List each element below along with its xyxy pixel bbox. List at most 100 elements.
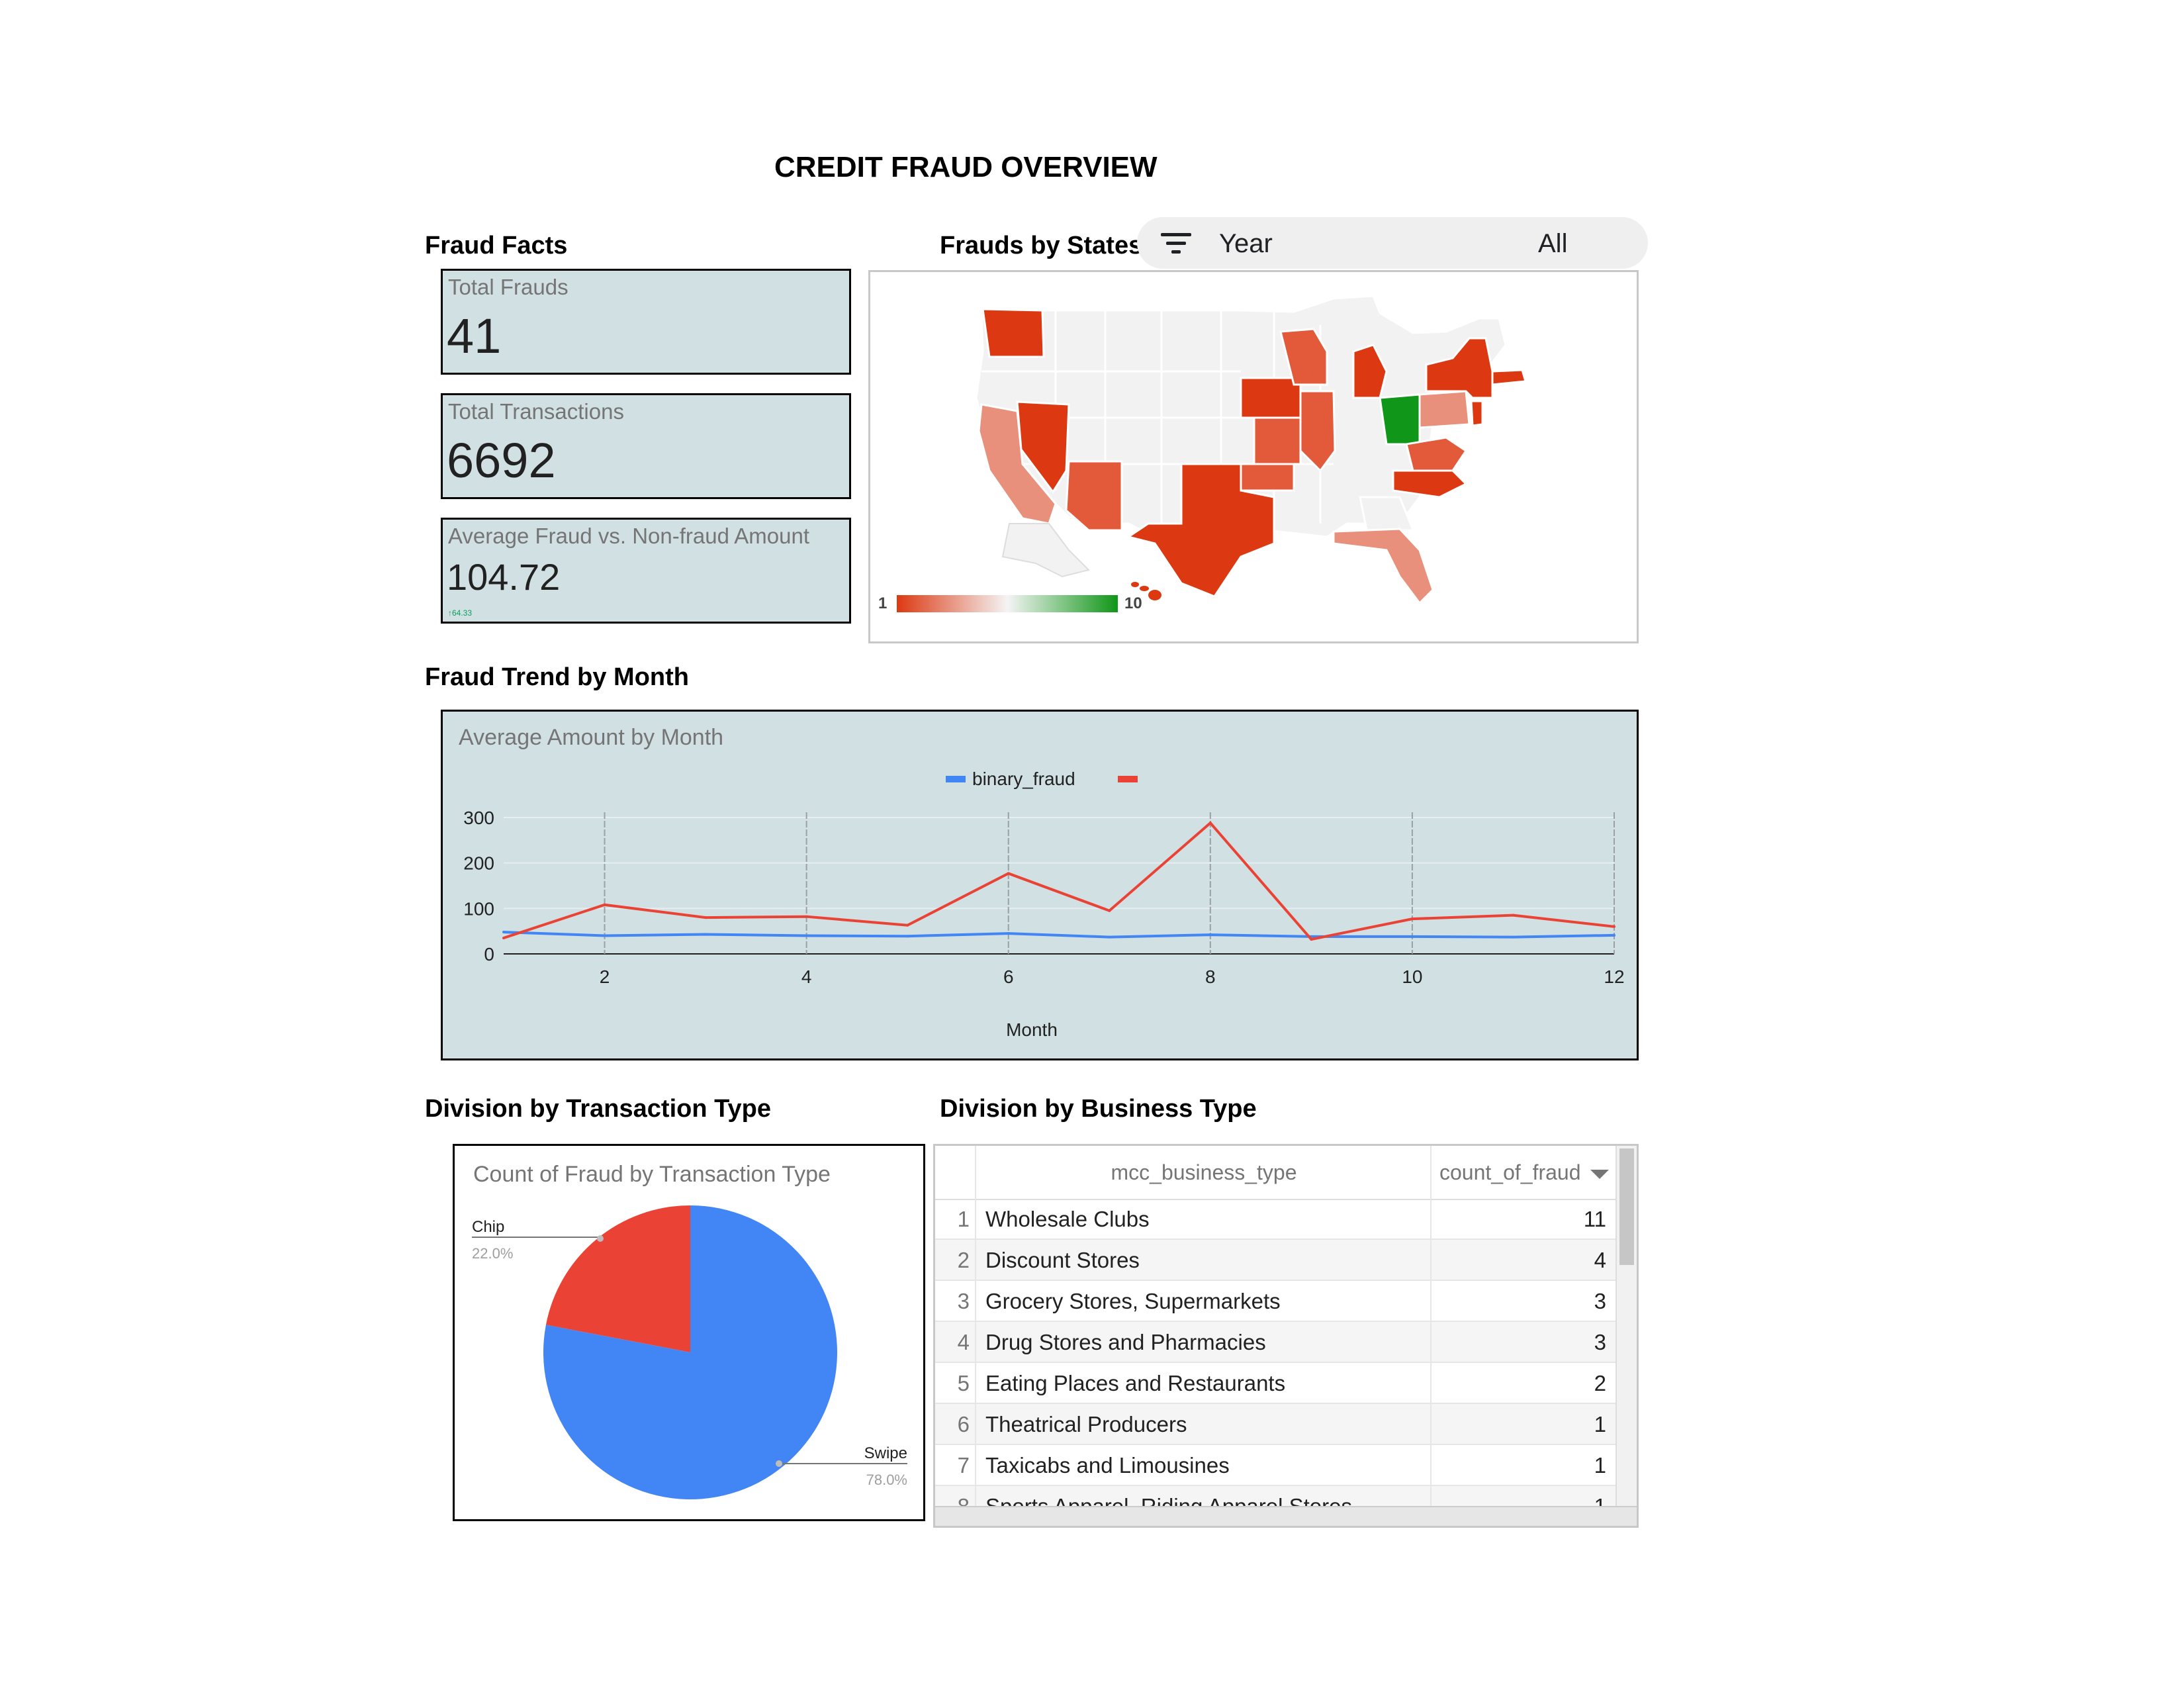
pie-chart-svg: Count of Fraud by Transaction Type Chip … xyxy=(472,1162,907,1499)
row-index: 3 xyxy=(957,1289,970,1313)
kpi-label: Average Fraud vs. Non-fraud Amount xyxy=(448,524,810,548)
state-arizona xyxy=(1065,460,1123,532)
legend-swatch-second xyxy=(1118,776,1138,782)
pie-label-swipe: Swipe xyxy=(864,1444,907,1462)
sort-descending-icon xyxy=(1590,1169,1609,1179)
table-row[interactable]: 7 Taxicabs and Limousines 1 xyxy=(935,1445,1617,1486)
data-point xyxy=(1410,935,1414,938)
data-point xyxy=(502,936,505,939)
data-point xyxy=(805,934,808,937)
trend-chart[interactable]: Average Amount by Month binary_fraud 0 10… xyxy=(441,710,1639,1060)
data-point xyxy=(1108,935,1111,939)
business-type-cell: Drug Stores and Pharmacies xyxy=(985,1330,1266,1354)
state-new-jersey xyxy=(1470,400,1484,427)
kpi-total-frauds: Total Frauds 41 xyxy=(441,269,851,375)
business-type-cell: Discount Stores xyxy=(985,1248,1140,1272)
trend-chart-svg: Average Amount by Month binary_fraud 0 10… xyxy=(459,725,1625,1040)
x-tick-label: 6 xyxy=(1003,966,1014,987)
fraud-count-cell: 3 xyxy=(1594,1330,1606,1354)
series-line-binary-fraud xyxy=(503,931,1615,939)
fraud-count-cell: 2 xyxy=(1594,1371,1606,1395)
data-point xyxy=(502,931,505,934)
scrollbar-thumb[interactable] xyxy=(1619,1149,1634,1265)
data-point xyxy=(1007,872,1010,875)
kpi-total-transactions: Total Transactions 6692 xyxy=(441,393,851,499)
map-legend-max: 10 xyxy=(1124,594,1142,612)
data-point xyxy=(603,934,606,937)
pie-percent-swipe: 78.0% xyxy=(866,1472,907,1488)
state-ohio xyxy=(1379,393,1421,445)
x-tick-label: 4 xyxy=(801,966,812,987)
kpi-label: Total Transactions xyxy=(448,399,624,424)
map-legend-min: 1 xyxy=(878,594,887,612)
year-filter[interactable]: Year All xyxy=(1137,217,1648,269)
kpi-label: Total Frauds xyxy=(448,275,569,299)
pie-chart-title: Count of Fraud by Transaction Type xyxy=(473,1162,831,1187)
data-point xyxy=(704,916,707,919)
state-virginia xyxy=(1405,436,1468,472)
kpi-value: 104.72 xyxy=(447,556,561,598)
row-index: 5 xyxy=(957,1371,970,1395)
row-index: 7 xyxy=(957,1453,970,1477)
table-row[interactable]: 4 Drug Stores and Pharmacies 3 xyxy=(935,1322,1617,1363)
fraud-count-cell: 1 xyxy=(1594,1453,1606,1477)
kpi-value: 6692 xyxy=(447,433,556,488)
business-type-cell: Taxicabs and Limousines xyxy=(985,1453,1230,1477)
table-header: mcc_business_type count_of_fraud xyxy=(935,1146,1617,1200)
frauds-by-states-heading: Frauds by States xyxy=(940,232,1143,259)
data-point xyxy=(1007,932,1010,935)
table-row[interactable]: 3 Grocery Stores, Supermarkets 3 xyxy=(935,1281,1617,1322)
column-header-label: count_of_fraud xyxy=(1439,1160,1581,1184)
state-missouri xyxy=(1253,416,1302,465)
data-point xyxy=(906,923,909,927)
x-axis-label: Month xyxy=(1006,1019,1058,1040)
trend-chart-title: Average Amount by Month xyxy=(459,725,723,750)
fraud-count-cell: 11 xyxy=(1583,1207,1606,1231)
pie-chart[interactable]: Count of Fraud by Transaction Type Chip … xyxy=(453,1144,925,1521)
table-row[interactable]: 5 Eating Places and Restaurants 2 xyxy=(935,1363,1617,1404)
horizontal-scrollbar[interactable] xyxy=(935,1506,1637,1526)
fraud-count-cell: 1 xyxy=(1594,1412,1606,1436)
map-svg: 1 10 xyxy=(878,295,1527,612)
y-tick-label: 100 xyxy=(463,898,494,919)
data-point xyxy=(1613,925,1615,928)
table-row[interactable]: 2 Discount Stores 4 xyxy=(935,1240,1617,1281)
dashboard-title: CREDIT FRAUD OVERVIEW xyxy=(774,151,1158,183)
data-point xyxy=(1208,933,1212,937)
data-point xyxy=(704,933,707,936)
fraud-count-cell: 3 xyxy=(1594,1289,1606,1313)
legend-label-fraud: binary_fraud xyxy=(972,769,1075,789)
row-index: 1 xyxy=(957,1207,970,1231)
filter-label: Year xyxy=(1219,229,1273,258)
table-row[interactable]: 1 Wholesale Clubs 11 xyxy=(935,1199,1617,1240)
data-point xyxy=(1310,938,1313,941)
fraud-trend-heading: Fraud Trend by Month xyxy=(425,663,689,691)
table-row[interactable]: 6 Theatrical Producers 1 xyxy=(935,1404,1617,1445)
vertical-scrollbar[interactable] xyxy=(1615,1146,1637,1510)
business-type-cell: Eating Places and Restaurants xyxy=(985,1371,1286,1395)
data-point xyxy=(1512,914,1515,917)
y-tick-label: 300 xyxy=(463,808,494,828)
data-point xyxy=(805,915,808,918)
column-header-business-type[interactable]: mcc_business_type xyxy=(975,1146,1432,1199)
filter-icon xyxy=(1161,232,1191,256)
data-point xyxy=(1108,909,1111,912)
business-type-heading: Division by Business Type xyxy=(940,1095,1257,1123)
kpi-average-amount: Average Fraud vs. Non-fraud Amount 104.7… xyxy=(441,518,851,624)
business-type-cell: Wholesale Clubs xyxy=(985,1207,1150,1231)
x-tick-label: 8 xyxy=(1205,966,1216,987)
fraud-facts-heading: Fraud Facts xyxy=(425,232,568,259)
state-oklahoma xyxy=(1240,463,1295,492)
data-point xyxy=(1410,917,1414,921)
column-header-count-of-fraud[interactable]: count_of_fraud xyxy=(1430,1146,1617,1199)
business-type-table[interactable]: mcc_business_type count_of_fraud 1 Wholes… xyxy=(933,1144,1639,1528)
x-tick-label: 10 xyxy=(1402,966,1422,987)
us-states-map[interactable]: 1 10 xyxy=(868,270,1639,643)
kpi-value: 41 xyxy=(447,308,502,363)
data-point xyxy=(1512,935,1515,939)
row-index: 2 xyxy=(957,1248,970,1272)
state-pennsylvania xyxy=(1418,390,1471,429)
state-massachusetts xyxy=(1491,369,1527,386)
table-body: 1 Wholesale Clubs 11 2 Discount Stores 4 3 Groc… xyxy=(935,1199,1617,1510)
state-iowa xyxy=(1240,377,1302,419)
